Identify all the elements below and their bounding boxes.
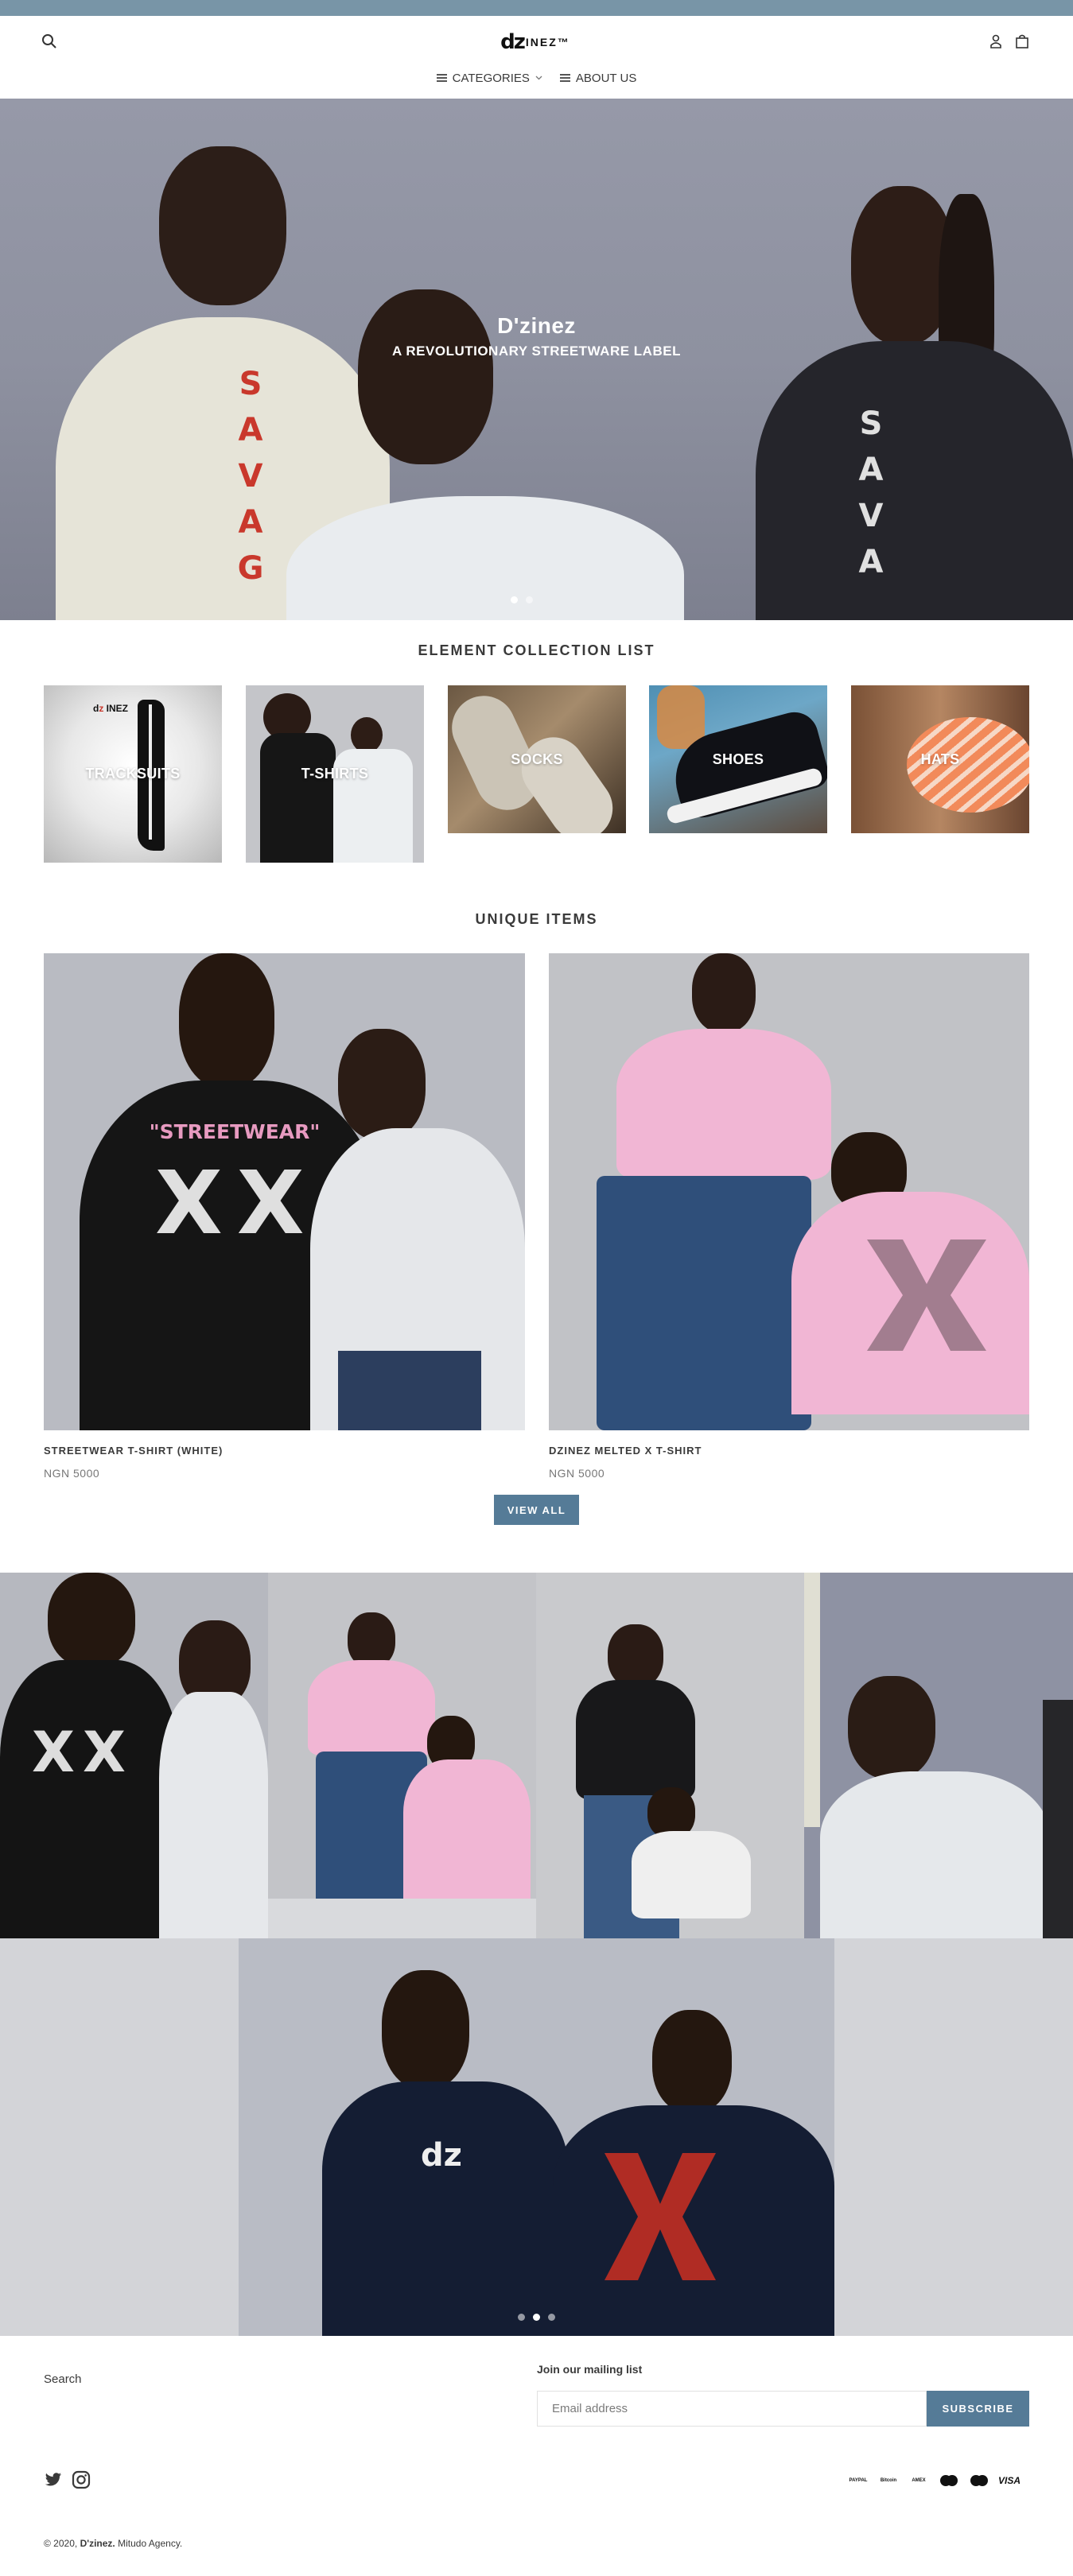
product-shirt-print: "STREETWEAR" bbox=[149, 1120, 321, 1143]
view-all-button[interactable]: VIEW ALL bbox=[494, 1495, 579, 1525]
gallery-image[interactable] bbox=[536, 1573, 804, 1938]
main-nav: CATEGORIES ABOUT US bbox=[0, 67, 1073, 89]
product-image[interactable] bbox=[549, 953, 1029, 1430]
gallery-image[interactable] bbox=[268, 1573, 536, 1938]
nav-categories-label: CATEGORIES bbox=[452, 71, 530, 85]
hero-caption: D'zinez A REVOLUTIONARY STREETWARE LABEL bbox=[0, 313, 1073, 359]
product-title[interactable]: STREETWEAR T-SHIRT (WHITE) bbox=[44, 1445, 223, 1457]
hero-shirt-print-left: S A V A G bbox=[237, 366, 264, 587]
collection-list-title: ELEMENT COLLECTION LIST bbox=[418, 642, 655, 658]
visa-icon: VISA bbox=[997, 2475, 1021, 2486]
logo-mark: dz bbox=[500, 30, 526, 54]
bitcoin-icon: Bitcoin bbox=[880, 2478, 897, 2483]
payment-icons: PAYPAL Bitcoin AMEX VISA bbox=[846, 2473, 1021, 2488]
email-input[interactable] bbox=[537, 2391, 927, 2427]
collection-label: TRACKSUITS bbox=[85, 766, 181, 782]
brand-link[interactable]: D'zinez. bbox=[80, 2538, 115, 2549]
product-title[interactable]: DZINEZ MELTED X T-SHIRT bbox=[549, 1445, 702, 1457]
amex-icon: AMEX bbox=[912, 2478, 926, 2483]
collection-tracksuits[interactable]: dz INEZ TRACKSUITS bbox=[44, 685, 222, 863]
gallery-image[interactable]: XX bbox=[0, 1573, 268, 1938]
twitter-icon[interactable] bbox=[44, 2471, 63, 2489]
collection-socks[interactable]: SOCKS bbox=[448, 685, 626, 833]
gallery-wide-slide[interactable]: dz bbox=[0, 1938, 1073, 2336]
logo-text: INEZ™ bbox=[525, 36, 570, 48]
nav-about-us[interactable]: ABOUT US bbox=[559, 67, 637, 89]
featured-title: UNIQUE ITEMS bbox=[475, 911, 598, 927]
product-image[interactable]: "STREETWEAR" XX bbox=[44, 953, 525, 1430]
hero-shirt-print-right: S A V A bbox=[858, 405, 884, 580]
collection-label: SHOES bbox=[712, 751, 764, 767]
copyright: © 2020, D'zinez. Mitudo Agency. bbox=[44, 2538, 182, 2549]
slide-dot[interactable] bbox=[526, 596, 533, 603]
slide-dot[interactable] bbox=[511, 596, 518, 603]
gallery-slide-dots bbox=[518, 2314, 555, 2321]
slide-dot[interactable] bbox=[548, 2314, 555, 2321]
copyright-prefix: © 2020, bbox=[44, 2538, 78, 2549]
product-price: NGN 5000 bbox=[549, 1467, 605, 1480]
hero-subtitle: A REVOLUTIONARY STREETWARE LABEL bbox=[392, 343, 681, 359]
chevron-down-icon bbox=[535, 76, 542, 80]
slide-dot[interactable] bbox=[533, 2314, 540, 2321]
gallery-image[interactable] bbox=[804, 1573, 1073, 1938]
instagram-icon[interactable] bbox=[72, 2470, 91, 2489]
nav-about-label: ABOUT US bbox=[575, 71, 637, 85]
slide-dot[interactable] bbox=[518, 2314, 525, 2321]
search-icon[interactable] bbox=[40, 32, 59, 51]
paypal-icon: PAYPAL bbox=[849, 2478, 868, 2483]
collection-shoes[interactable]: SHOES bbox=[649, 685, 827, 833]
wide-shirt-print: dz bbox=[421, 2137, 462, 2174]
menu-icon bbox=[559, 74, 570, 82]
hero-slide-dots bbox=[511, 596, 533, 603]
collection-t-shirts[interactable]: T-SHIRTS bbox=[246, 685, 424, 863]
collection-label: SOCKS bbox=[511, 751, 563, 767]
collection-hats[interactable]: HATS bbox=[851, 685, 1029, 833]
product-price: NGN 5000 bbox=[44, 1467, 100, 1480]
hero-image: S A V A G S A V A bbox=[0, 99, 1073, 620]
account-icon[interactable] bbox=[988, 33, 1004, 49]
maestro-icon bbox=[967, 2473, 991, 2488]
tracksuit-logo: dz INEZ bbox=[93, 703, 129, 714]
collection-label: T-SHIRTS bbox=[301, 766, 369, 782]
footer-search-link[interactable]: Search bbox=[44, 2372, 82, 2386]
announcement-bar bbox=[0, 0, 1073, 16]
nav-categories[interactable]: CATEGORIES bbox=[436, 67, 542, 89]
site-logo[interactable]: dz INEZ™ bbox=[476, 30, 595, 54]
hero-title: D'zinez bbox=[497, 313, 576, 338]
collection-label: HATS bbox=[920, 751, 960, 767]
subscribe-button[interactable]: SUBSCRIBE bbox=[927, 2391, 1029, 2427]
mastercard-icon bbox=[937, 2473, 961, 2488]
menu-icon bbox=[436, 74, 447, 82]
hero-slideshow[interactable]: S A V A G S A V A D'zinez A REVOLUTIONAR… bbox=[0, 99, 1073, 620]
cart-icon[interactable] bbox=[1014, 33, 1030, 49]
mailing-list-title: Join our mailing list bbox=[537, 2363, 643, 2376]
site-header: dz INEZ™ CATEGORIES ABOUT US bbox=[0, 16, 1073, 99]
agency-link[interactable]: Mitudo Agency. bbox=[118, 2538, 182, 2549]
